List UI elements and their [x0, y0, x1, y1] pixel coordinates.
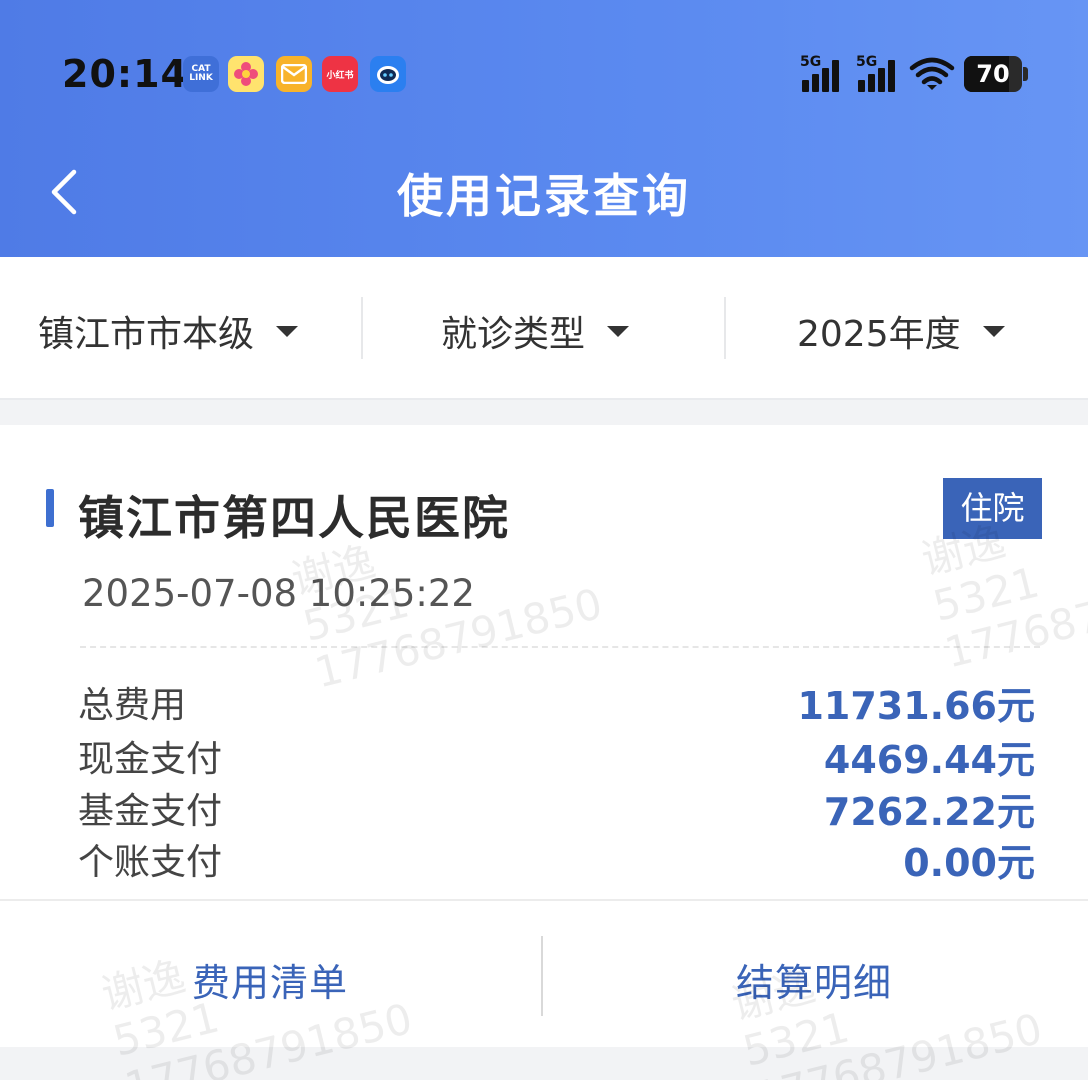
- title-accent-bar: [46, 489, 54, 527]
- signal-1-icon: 5G: [800, 54, 844, 92]
- filter-visit-type[interactable]: 就诊类型: [441, 305, 630, 357]
- caret-down-icon: [607, 325, 630, 337]
- dashed-divider: [80, 646, 1040, 648]
- cat-link-icon: CAT LINK: [183, 56, 219, 92]
- fund-payment-label: 基金支付: [78, 791, 223, 832]
- settlement-detail-button[interactable]: 结算明细: [736, 952, 892, 1007]
- signal-1-label: 5G: [800, 54, 822, 70]
- filter-divider: [724, 297, 726, 359]
- battery-level: 70: [976, 60, 1010, 88]
- visit-type-badge: 住院: [943, 478, 1042, 539]
- filter-region[interactable]: 镇江市市本级: [38, 305, 299, 357]
- filter-year-label: 2025年度: [797, 314, 961, 355]
- signal-2-icon: 5G: [856, 54, 900, 92]
- robot-app-icon: [370, 56, 406, 92]
- card-divider: [0, 899, 1088, 901]
- filter-year[interactable]: 2025年度: [797, 305, 1005, 357]
- caret-down-icon: [276, 325, 299, 337]
- xiaohongshu-icon: 小红书: [322, 56, 358, 92]
- signal-2-label: 5G: [856, 54, 878, 70]
- personal-account-label: 个账支付: [78, 842, 223, 883]
- cash-payment-value: 4469.44元: [823, 738, 1035, 782]
- battery-indicator: 70: [964, 56, 1028, 92]
- total-cost-label: 总费用: [78, 685, 187, 726]
- hospital-name: 镇江市第四人民医院: [78, 491, 510, 545]
- flower-app-icon: [228, 56, 264, 92]
- expense-list-button[interactable]: 费用清单: [192, 952, 348, 1007]
- cash-payment-label: 现金支付: [78, 739, 223, 780]
- mail-icon: [276, 56, 312, 92]
- page-title: 使用记录查询: [397, 169, 691, 223]
- caret-down-icon: [982, 325, 1005, 337]
- status-time: 20:14: [62, 52, 188, 96]
- total-cost-value: 11731.66元: [797, 684, 1035, 728]
- filter-region-label: 镇江市市本级: [38, 314, 255, 355]
- fund-payment-value: 7262.22元: [823, 790, 1035, 834]
- filter-divider: [361, 297, 363, 359]
- wifi-icon: [908, 54, 956, 98]
- filter-bar: 镇江市市本级 就诊类型 2025年度: [0, 257, 1088, 400]
- filter-visit-type-label: 就诊类型: [441, 314, 586, 355]
- personal-account-value: 0.00元: [903, 841, 1035, 885]
- visit-datetime: 2025-07-08 10:25:22: [82, 572, 475, 615]
- action-divider: [541, 936, 543, 1016]
